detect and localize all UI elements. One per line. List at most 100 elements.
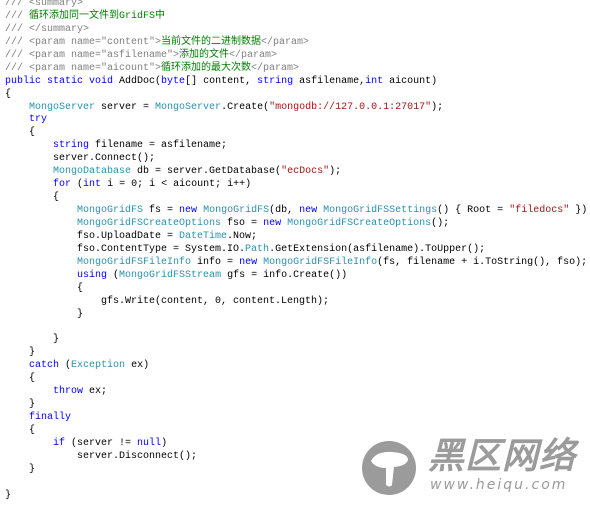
code-text: ); — [329, 166, 342, 178]
code-text: server.Disconnect(); — [5, 450, 198, 462]
keyword: byte — [161, 75, 186, 87]
code-line: { — [5, 89, 587, 102]
code-line: } — [5, 399, 587, 412]
watermark-title: 黑区网络 — [428, 436, 577, 477]
watermark-logo: 黑区网络 www.heiqu.com — [362, 437, 587, 499]
type-name: MongoGridFSFileInfo — [77, 256, 192, 268]
code-text: } — [5, 489, 12, 501]
watermark-url: www.heiqu.com — [430, 477, 568, 493]
code-line: MongoDatabase db = server.GetDatabase("e… — [5, 166, 587, 179]
code-text: .Now; — [227, 230, 258, 242]
code-line: /// <param name="aicount">循环添加的最大次数</par… — [5, 63, 587, 76]
doc-tag: <param name="content"> — [29, 36, 162, 48]
code-text: { — [5, 88, 12, 100]
code-text: fso = — [221, 217, 264, 229]
code-text: } — [5, 463, 36, 475]
code-text: .GetExtension(asfilename).ToUpper(); — [269, 243, 486, 255]
code-text: } — [5, 399, 36, 411]
code-listing: /// <summary>/// 循环添加同一文件到GridFS中/// </s… — [5, 0, 587, 503]
comment-text: 当前文件的二进制数据 — [161, 36, 262, 48]
code-line: /// <param name="content">当前文件的二进制数据</pa… — [5, 37, 587, 50]
code-text: { — [5, 282, 84, 294]
comment-text: 循环添加的最大次数 — [161, 62, 252, 74]
code-line: /// </summary> — [5, 24, 587, 37]
code-text: (); — [431, 217, 450, 229]
code-text: { — [5, 192, 60, 204]
string-literal: "filedocs" — [509, 205, 570, 216]
code-line: fso.ContentType = System.IO.Path.GetExte… — [5, 244, 587, 257]
code-text: gfs.Write(content, 0, content.Length); — [5, 295, 330, 307]
keyword: if — [53, 437, 66, 449]
code-line: public static void AddDoc(byte[] content… — [5, 76, 587, 89]
code-text: i = 0; i < aicount; i++) — [101, 179, 252, 191]
code-text: fso.ContentType = System.IO. — [5, 243, 246, 255]
code-text: ( — [107, 269, 120, 281]
code-text: } — [5, 308, 84, 320]
code-text: filename = asfilename; — [89, 140, 228, 152]
code-text: .Create( — [221, 101, 270, 113]
code-line: MongoGridFS fs = new MongoGridFS(db, new… — [5, 205, 587, 218]
code-line: MongoGridFSFileInfo info = new MongoGrid… — [5, 257, 587, 270]
code-text: }) — [569, 205, 588, 216]
code-line: catch (Exception ex) — [5, 360, 587, 373]
comment-marker: /// — [5, 0, 30, 9]
code-text: fso.UploadDate = — [5, 230, 180, 242]
type-name: MongoServer — [29, 101, 96, 113]
code-text: server = — [95, 101, 156, 113]
type-name: MongoGridFSSettings — [323, 205, 438, 216]
code-line: /// 循环添加同一文件到GridFS中 — [5, 11, 587, 24]
type-name: Exception — [71, 360, 126, 372]
code-line: for (int i = 0; i < aicount; i++) — [5, 179, 587, 192]
code-text: ); — [431, 101, 444, 113]
code-text: } — [5, 334, 60, 346]
code-line: /// <param name="asfilename">添加的文件</para… — [5, 50, 587, 63]
code-text: } — [5, 347, 36, 359]
keyword: catch — [29, 360, 60, 372]
type-name: MongoGridFS — [203, 205, 270, 216]
code-line: /// <summary> — [5, 0, 587, 11]
code-text: (server != — [65, 437, 138, 449]
type-name: MongoServer — [155, 101, 222, 113]
code-text: server.Connect(); — [5, 153, 156, 165]
doc-tag: <summary> — [29, 0, 84, 9]
code-line: gfs.Write(content, 0, content.Length); — [5, 296, 587, 309]
code-text: [] content, — [185, 75, 258, 87]
type-name: Path — [245, 243, 270, 255]
code-line: { — [5, 192, 587, 205]
keyword: finally — [29, 412, 72, 423]
string-literal: "mongodb://127.0.0.1:27017" — [269, 101, 432, 113]
code-line: server.Connect(); — [5, 153, 587, 166]
comment-marker: /// — [5, 10, 30, 22]
type-name: MongoGridFS — [77, 205, 144, 216]
code-text: ( — [71, 179, 84, 191]
code-text: gfs = info.Create()) — [221, 269, 348, 281]
code-line: } — [5, 309, 587, 322]
type-name: DateTime — [179, 230, 228, 242]
code-text: aicount) — [383, 75, 438, 87]
comment-marker: /// — [5, 36, 30, 48]
doc-tag: <param name="aicount"> — [29, 62, 162, 74]
code-text: { — [5, 127, 36, 139]
keyword: string — [257, 75, 294, 87]
type-name: MongoGridFSFileInfo — [263, 256, 378, 268]
code-text: ex; — [83, 386, 108, 398]
string-literal: "ecDocs" — [281, 166, 330, 178]
code-line: finally — [5, 412, 587, 425]
keyword: int — [83, 179, 102, 191]
code-text: ( — [59, 360, 72, 372]
code-text: { — [5, 373, 36, 385]
keyword: string — [53, 140, 90, 152]
code-line: string filename = asfilename; — [5, 140, 587, 153]
type-name: MongoDatabase — [53, 166, 132, 178]
comment-marker: /// — [5, 49, 30, 61]
type-name: MongoGridFSCreateOptions — [287, 217, 432, 229]
comment-text: 循环添加同一文件到GridFS中 — [29, 10, 166, 22]
comment-marker: /// — [5, 62, 30, 74]
code-line: throw ex; — [5, 386, 587, 399]
